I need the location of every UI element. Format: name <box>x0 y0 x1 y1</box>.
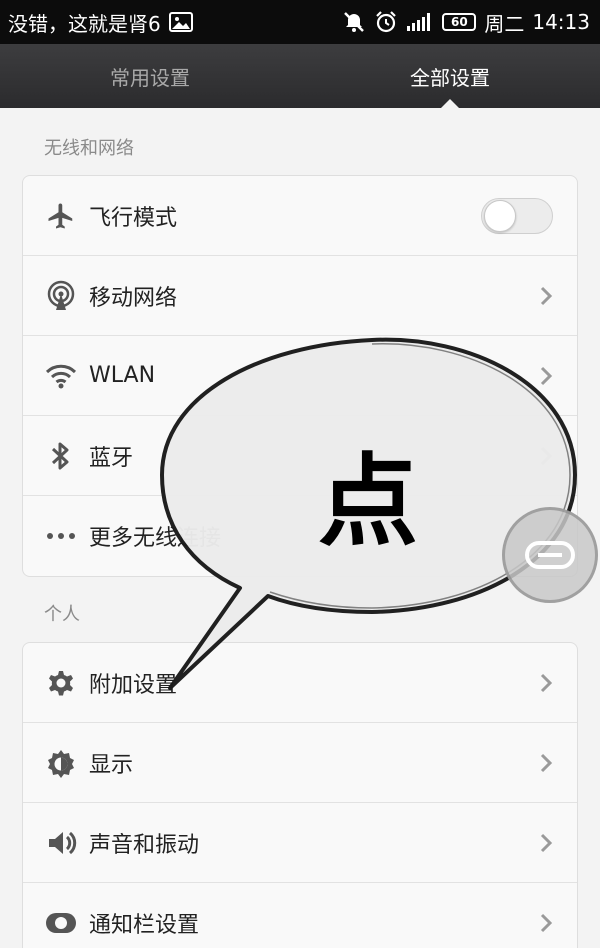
antenna-icon <box>43 278 79 314</box>
setting-sound-vibration[interactable]: 声音和振动 <box>23 803 577 883</box>
chevron-right-icon <box>539 672 553 694</box>
chevron-right-icon <box>539 365 553 387</box>
notification-toggle-icon <box>43 905 79 941</box>
airplane-icon <box>43 198 79 234</box>
image-icon <box>168 12 193 32</box>
mute-icon <box>342 10 366 34</box>
setting-bluetooth[interactable]: 蓝牙 <box>23 416 577 496</box>
setting-label: 显示 <box>89 752 134 778</box>
chevron-right-icon <box>539 445 553 467</box>
setting-label: 附加设置 <box>89 672 178 698</box>
setting-label: 移动网络 <box>89 285 178 311</box>
setting-wlan[interactable]: WLAN <box>23 336 577 416</box>
setting-label: 飞行模式 <box>89 205 178 231</box>
sound-icon <box>43 825 79 861</box>
tab-common-settings[interactable]: 常用设置 <box>0 44 300 108</box>
setting-notification-bar[interactable]: 通知栏设置 <box>23 883 577 948</box>
setting-additional[interactable]: 附加设置 <box>23 643 577 723</box>
section-title-personal: 个人 <box>44 604 80 625</box>
setting-mobile-network[interactable]: 移动网络 <box>23 256 577 336</box>
setting-airplane-mode[interactable]: 飞行模式 <box>23 176 577 256</box>
airplane-mode-toggle[interactable] <box>481 197 553 234</box>
tab-common-settings-label: 常用设置 <box>110 65 190 90</box>
setting-label: 蓝牙 <box>89 445 134 471</box>
setting-display[interactable]: 显示 <box>23 723 577 803</box>
status-day: 周二 <box>484 11 525 36</box>
status-right: 60 周二 14:13 <box>342 8 590 37</box>
status-bar: 没错，这就是肾6 60 周二 14:13 <box>0 0 600 44</box>
chevron-right-icon <box>539 752 553 774</box>
section-title-wireless: 无线和网络 <box>44 138 134 159</box>
gear-icon <box>43 665 79 701</box>
brightness-icon <box>43 745 79 781</box>
setting-label: 声音和振动 <box>89 832 200 858</box>
chevron-right-icon <box>539 912 553 934</box>
status-left: 没错，这就是肾6 <box>8 8 193 37</box>
chevron-right-icon <box>539 285 553 307</box>
battery-icon: 60 <box>442 13 477 31</box>
more-dots-icon <box>43 518 79 554</box>
floating-assist-button[interactable] <box>502 507 598 603</box>
alarm-icon <box>374 10 398 34</box>
chevron-right-icon <box>539 832 553 854</box>
wifi-icon <box>43 358 79 394</box>
notification-text: 没错，这就是肾6 <box>8 11 161 36</box>
setting-more-wireless[interactable]: 更多无线连接 <box>23 496 577 576</box>
tab-all-settings-label: 全部设置 <box>410 65 490 90</box>
status-time: 14:13 <box>532 10 590 34</box>
settings-group-personal: 附加设置 显示 声音和振动 通知栏设置 <box>22 642 578 948</box>
signal-icon <box>406 12 434 32</box>
setting-label: WLAN <box>89 363 156 388</box>
settings-group-wireless: 飞行模式 移动网络 WLAN 蓝牙 更多无线连接 <box>22 175 578 577</box>
toggle-knob <box>484 199 516 232</box>
bluetooth-icon <box>43 438 79 474</box>
floating-pill-icon <box>525 541 575 569</box>
settings-tab-bar: 常用设置 全部设置 <box>0 44 600 108</box>
setting-label: 通知栏设置 <box>89 913 200 938</box>
setting-label: 更多无线连接 <box>89 526 222 551</box>
tab-all-settings[interactable]: 全部设置 <box>300 44 600 108</box>
